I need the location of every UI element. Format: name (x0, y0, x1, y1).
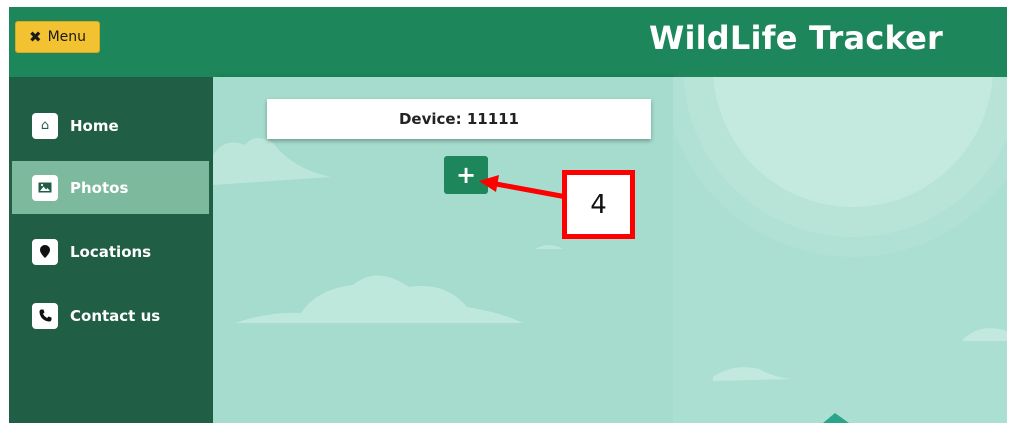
app-window: ✖ Menu WildLife Tracker ⌂ Home Photos Lo… (9, 7, 1007, 423)
top-header: ✖ Menu WildLife Tracker (9, 7, 1007, 77)
close-icon: ✖ (28, 27, 42, 46)
app-title: WildLife Tracker (648, 19, 943, 57)
sidebar-item-photos[interactable]: Photos (12, 161, 209, 214)
landscape-illustration (673, 77, 1007, 423)
home-icon: ⌂ (32, 112, 58, 139)
sidebar: ⌂ Home Photos Locations Contact us (9, 77, 213, 423)
sidebar-item-label: Locations (70, 242, 152, 261)
map-pin-icon (32, 238, 58, 265)
image-icon-glyph (38, 182, 52, 193)
decorative-landscape (673, 77, 1007, 423)
phone-icon-glyph (39, 309, 51, 322)
map-pin-icon-glyph (40, 245, 50, 258)
sidebar-item-home[interactable]: ⌂ Home (12, 99, 209, 152)
sidebar-item-label: Home (70, 116, 119, 135)
image-icon (32, 174, 58, 201)
photos-panel: Device: 11111 + (213, 77, 673, 423)
annotation-callout: 4 (562, 170, 635, 239)
device-title-card: Device: 11111 (267, 99, 651, 139)
add-photo-button[interactable]: + (444, 156, 488, 194)
sidebar-item-label: Contact us (70, 306, 161, 325)
phone-icon (32, 302, 58, 329)
sidebar-item-label: Photos (70, 178, 129, 197)
sidebar-item-locations[interactable]: Locations (12, 225, 209, 278)
sidebar-item-contact-us[interactable]: Contact us (12, 289, 209, 342)
plus-icon: + (455, 161, 477, 189)
menu-toggle-button[interactable]: ✖ Menu (15, 21, 100, 53)
menu-button-label: Menu (47, 29, 87, 45)
